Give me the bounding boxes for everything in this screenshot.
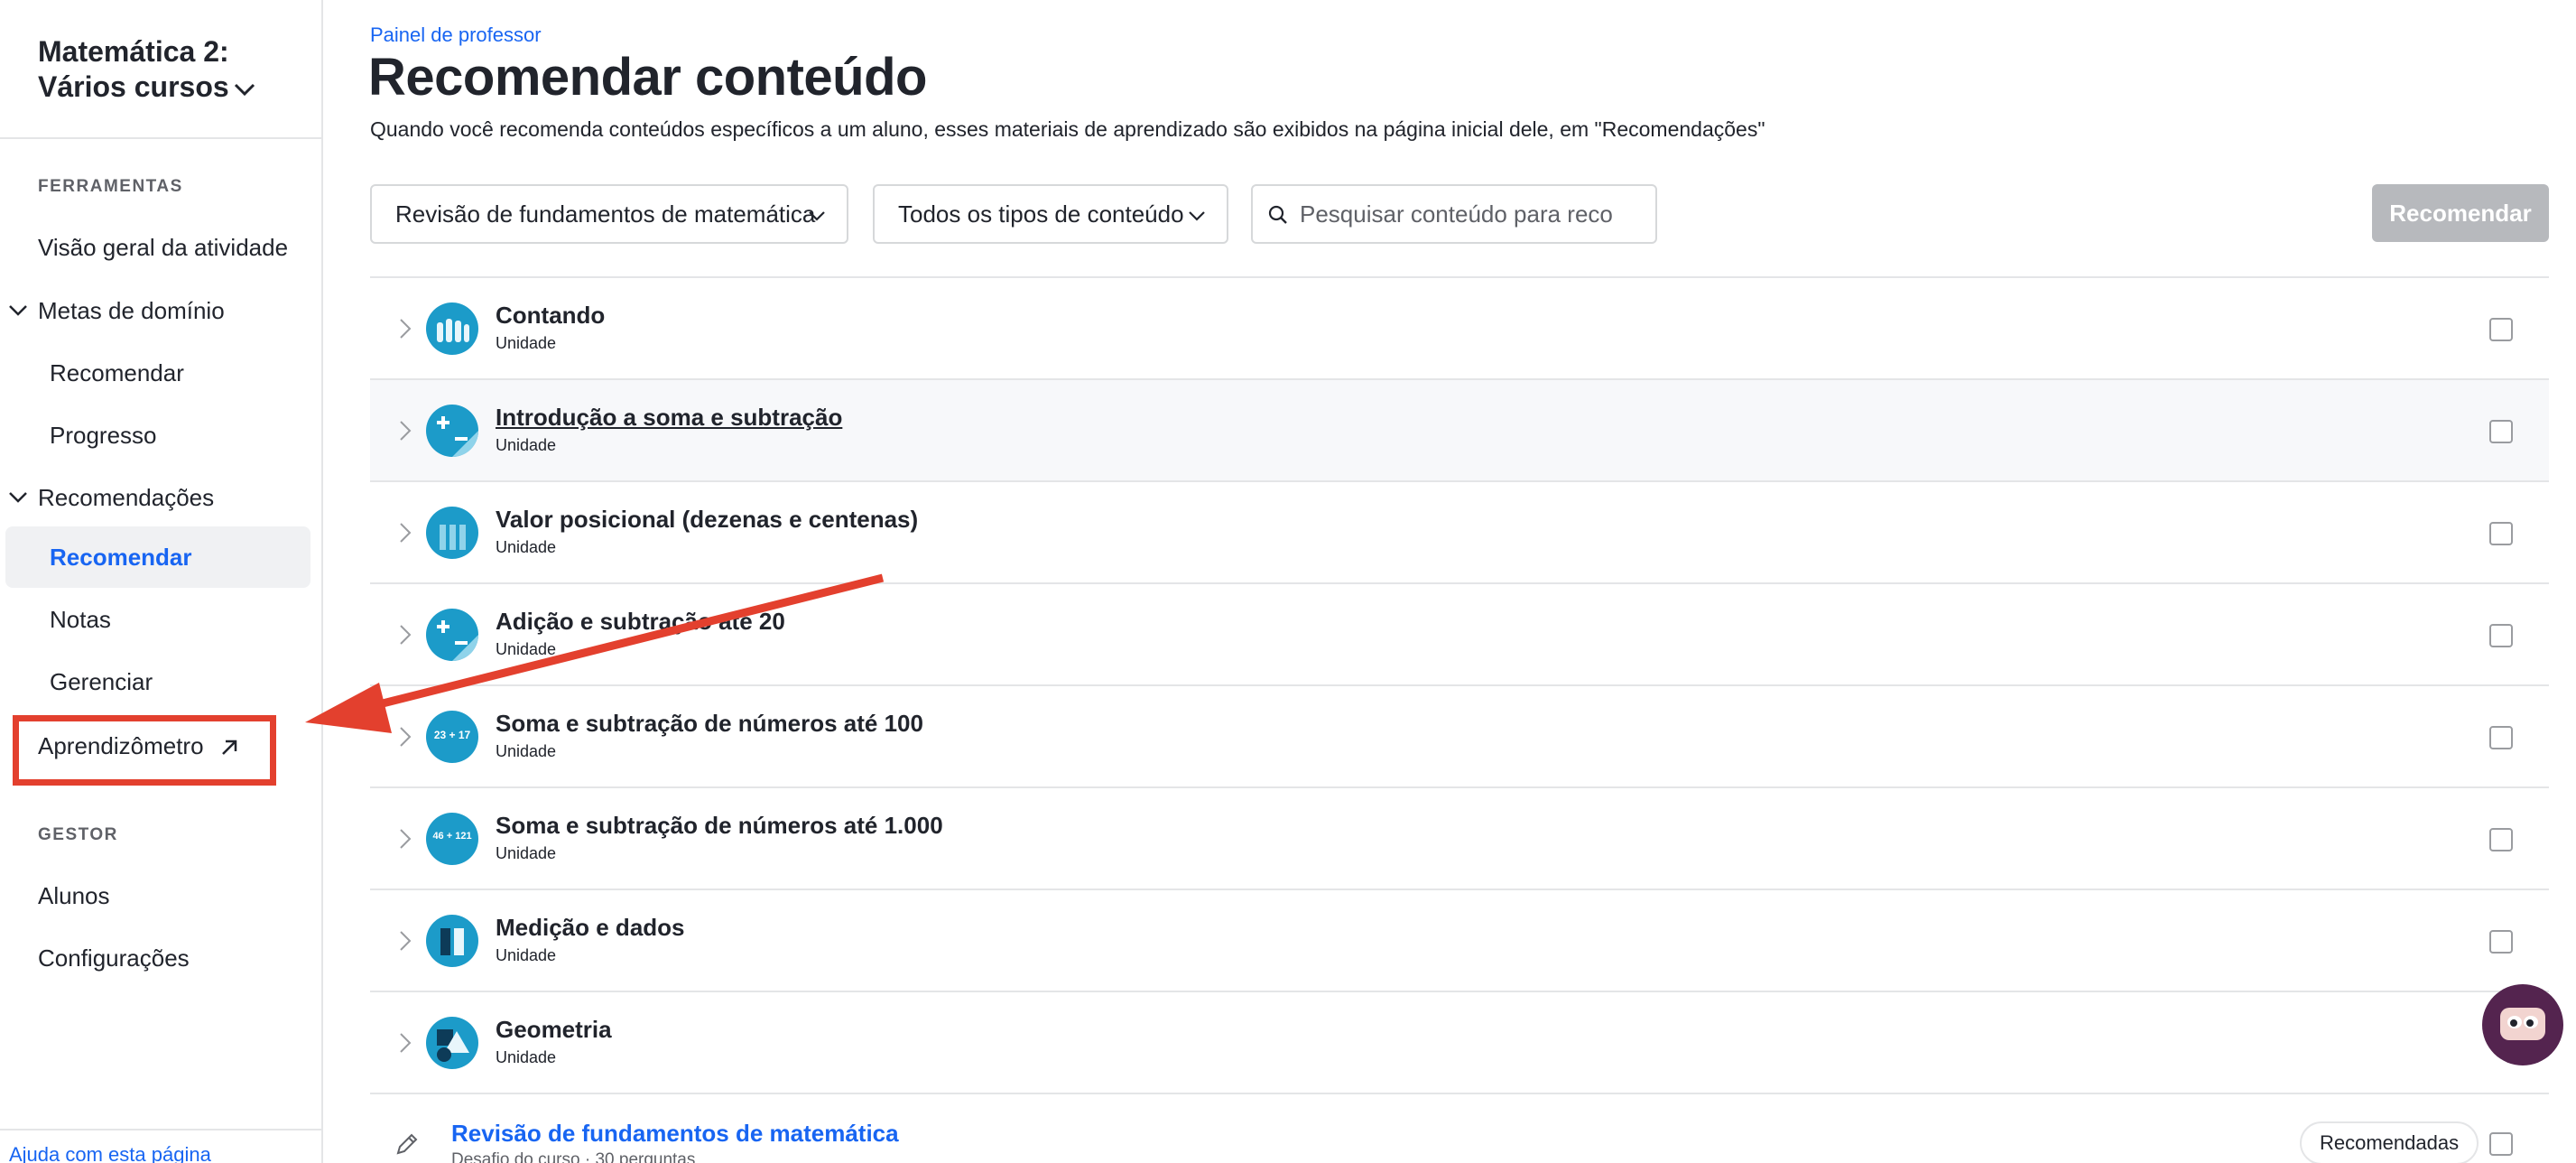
unit-checkbox[interactable] [2489, 420, 2513, 443]
addition-badge-icon: 46 + 121 [426, 813, 478, 865]
sidebar-item-grades[interactable]: Notas [50, 601, 111, 637]
chevron-right-icon[interactable] [397, 316, 413, 341]
course-title-line1: Matemática 2: [38, 35, 229, 68]
measurement-icon [426, 915, 478, 967]
sidebar-item-mastery-recommend[interactable]: Recomendar [50, 355, 184, 391]
course-title-line2: Vários cursos [38, 70, 229, 103]
section-label-tools: FERRAMENTAS [38, 177, 183, 196]
unit-type: Unidade [496, 844, 557, 862]
sidebar-item-rec-recommend[interactable]: Recomendar [50, 539, 192, 575]
sidebar-item-settings[interactable]: Configurações [38, 940, 190, 976]
sidebar-item-mastery-goals[interactable]: Metas de domínio [38, 293, 225, 329]
course-switcher[interactable]: Matemática 2: Vários cursos [38, 34, 256, 105]
chevron-right-icon[interactable] [397, 520, 413, 545]
assistant-face-icon [2500, 1008, 2545, 1040]
unit-type: Unidade [496, 742, 557, 760]
content-type-select[interactable]: Todos os tipos de conteúdo [873, 184, 1228, 244]
course-select[interactable]: Revisão de fundamentos de matemática [370, 184, 848, 244]
chevron-right-icon[interactable] [397, 418, 413, 443]
page-title: Recomendar conteúdo [368, 48, 927, 107]
page-description: Quando você recomenda conteúdos específi… [370, 117, 1765, 141]
course-challenge-title[interactable]: Revisão de fundamentos de matemática [451, 1120, 899, 1148]
search-icon [1268, 205, 1287, 224]
unit-type: Unidade [496, 436, 557, 454]
unit-row[interactable]: Geometria Unidade [370, 992, 2549, 1094]
unit-title[interactable]: Soma e subtração de números até 100 [496, 710, 923, 738]
help-link[interactable]: Ajuda com esta página [9, 1143, 211, 1163]
place-value-icon [426, 507, 478, 559]
chevron-down-icon [1189, 211, 1205, 221]
unit-title[interactable]: Geometria [496, 1016, 612, 1044]
unit-checkbox[interactable] [2489, 318, 2513, 341]
course-challenge-meta: Desafio do curso · 30 perguntas [451, 1150, 696, 1163]
icon-label: 23 + 17 [433, 729, 471, 741]
sidebar-footer-divider [0, 1129, 321, 1130]
unit-row[interactable]: Medição e dados Unidade [370, 890, 2549, 992]
plus-minus-icon [426, 609, 478, 661]
content-type-value: Todos os tipos de conteúdo [898, 200, 1184, 228]
unit-checkbox[interactable] [2489, 828, 2513, 851]
unit-row[interactable]: Contando Unidade [370, 278, 2549, 380]
unit-row[interactable]: 46 + 121 Soma e subtração de números até… [370, 788, 2549, 890]
geometry-icon [426, 1017, 478, 1069]
unit-title[interactable]: Introdução a soma e subtração [496, 404, 842, 432]
chevron-right-icon[interactable] [397, 622, 413, 647]
unit-row[interactable]: Valor posicional (dezenas e centenas) Un… [370, 482, 2549, 584]
course-select-value: Revisão de fundamentos de matemática [395, 200, 816, 228]
unit-checkbox[interactable] [2489, 726, 2513, 749]
chevron-right-icon[interactable] [397, 1030, 413, 1056]
unit-title[interactable]: Contando [496, 302, 605, 330]
unit-type: Unidade [496, 946, 557, 964]
search-input[interactable] [1300, 193, 1643, 235]
annotation-highlight-box [13, 715, 276, 786]
unit-checkbox[interactable] [2489, 624, 2513, 647]
unit-type: Unidade [496, 538, 557, 556]
sidebar-item-activity-overview[interactable]: Visão geral da atividade [38, 229, 288, 265]
chevron-down-icon [234, 83, 255, 96]
counting-icon [426, 302, 478, 355]
unit-checkbox[interactable] [2489, 522, 2513, 545]
assistant-avatar-button[interactable] [2482, 984, 2563, 1065]
sidebar-item-manage[interactable]: Gerenciar [50, 664, 153, 700]
sidebar-item-students[interactable]: Alunos [38, 878, 110, 914]
unit-title[interactable]: Soma e subtração de números até 1.000 [496, 812, 943, 840]
chevron-down-icon[interactable] [7, 300, 29, 321]
chevron-down-icon[interactable] [7, 487, 29, 508]
unit-title[interactable]: Medição e dados [496, 914, 685, 942]
chevron-down-icon [809, 211, 825, 221]
chevron-right-icon[interactable] [397, 928, 413, 954]
unit-type: Unidade [496, 640, 557, 658]
unit-title[interactable]: Adição e subtração até 20 [496, 608, 785, 636]
addition-badge-icon: 23 + 17 [426, 711, 478, 763]
icon-label: 46 + 121 [432, 831, 472, 842]
sidebar-item-recommendations[interactable]: Recomendações [38, 479, 214, 516]
sidebar-divider [0, 137, 321, 139]
sidebar: Matemática 2: Vários cursos FERRAMENTAS … [0, 0, 323, 1163]
search-box[interactable] [1251, 184, 1657, 244]
plus-minus-icon [426, 405, 478, 457]
unit-checkbox[interactable] [2489, 930, 2513, 954]
chevron-right-icon[interactable] [397, 826, 413, 851]
unit-row[interactable]: Adição e subtração até 20 Unidade [370, 584, 2549, 686]
breadcrumb[interactable]: Painel de professor [370, 23, 542, 47]
section-label-manager: GESTOR [38, 825, 118, 844]
unit-row[interactable]: Introdução a soma e subtração Unidade [370, 380, 2549, 482]
course-challenge-checkbox[interactable] [2489, 1132, 2513, 1156]
sidebar-item-mastery-progress[interactable]: Progresso [50, 417, 157, 453]
pencil-icon[interactable] [394, 1130, 421, 1158]
unit-type: Unidade [496, 1048, 557, 1066]
recommend-button[interactable]: Recomendar [2372, 184, 2549, 242]
unit-title[interactable]: Valor posicional (dezenas e centenas) [496, 506, 918, 534]
recommended-badge: Recomendadas [2300, 1121, 2479, 1163]
unit-type: Unidade [496, 334, 557, 352]
unit-row[interactable]: 23 + 17 Soma e subtração de números até … [370, 686, 2549, 788]
chevron-right-icon[interactable] [397, 724, 413, 749]
course-challenge-row[interactable]: Revisão de fundamentos de matemática Des… [370, 1096, 2549, 1163]
